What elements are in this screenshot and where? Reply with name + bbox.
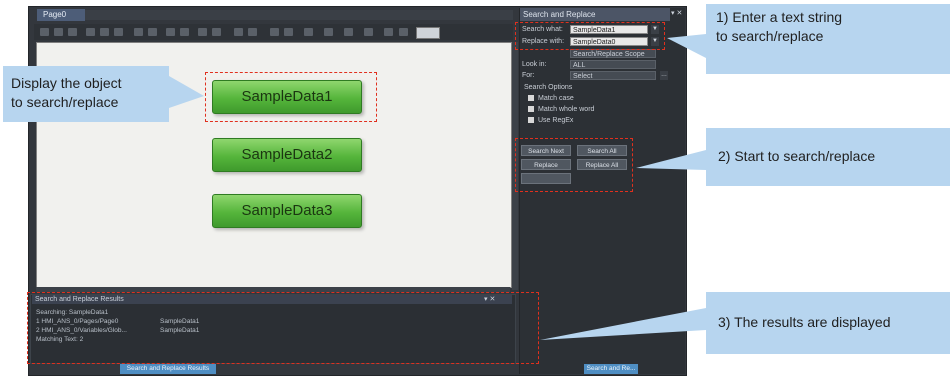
callout-enter-text: 1) Enter a text string to search/replace xyxy=(706,4,950,74)
callout-display-object: Display the object to search/replace xyxy=(3,66,169,122)
callout-results-displayed: 3) The results are displayed xyxy=(706,292,950,354)
callout-start-search: 2) Start to search/replace xyxy=(706,128,950,186)
